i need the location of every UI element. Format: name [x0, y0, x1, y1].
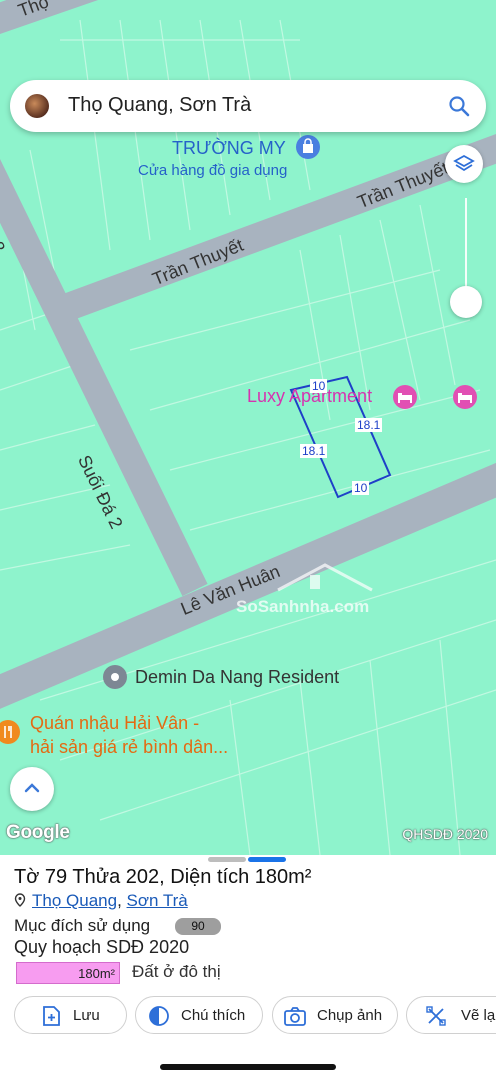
purpose-label: Mục đích sử dụng [14, 916, 151, 935]
avatar[interactable] [25, 94, 49, 118]
opacity-slider-track[interactable] [465, 198, 467, 288]
purpose-badge: 90 [175, 918, 221, 935]
edge-measure: 18.1 [300, 444, 328, 458]
panel-handle[interactable] [208, 857, 246, 862]
search-icon[interactable] [448, 95, 470, 117]
plan-type: Đất ở đô thị [132, 962, 221, 981]
edge-measure: 10 [310, 379, 328, 393]
edge-measure: 10 [352, 481, 370, 495]
district-link[interactable]: Sơn Trà [127, 891, 188, 910]
parcel-title: Tờ 79 Thửa 202, Diện tích 180m² [14, 866, 312, 888]
note-button[interactable]: Chú thích [135, 996, 263, 1034]
add-file-icon [43, 1006, 60, 1026]
google-logo: Google [6, 822, 70, 843]
home-indicator[interactable] [160, 1064, 336, 1070]
location-pin-icon [14, 893, 26, 907]
plan-label: Quy hoạch SDĐ 2020 [14, 937, 190, 957]
draw-button[interactable]: Vẽ lạ [406, 996, 496, 1034]
bed-icon[interactable] [393, 385, 417, 409]
expand-up-button[interactable] [10, 767, 54, 811]
search-bar[interactable]: Thọ Quang, Sơn Trà [10, 80, 486, 132]
layer-source-label: QHSDĐ 2020 [402, 826, 488, 842]
restaurant-icon[interactable] [0, 720, 20, 744]
bed-icon[interactable] [453, 385, 477, 409]
shopping-bag-icon[interactable] [296, 135, 320, 159]
save-button[interactable]: Lưu [14, 996, 127, 1034]
plan-area-bar: 180m² [16, 962, 120, 984]
chevron-up-icon [24, 783, 40, 793]
watermark-text: SoSanhnha.com [236, 597, 370, 616]
parcel-location: Thọ Quang, Sơn Trà [14, 891, 188, 911]
panel-handle-active[interactable] [248, 857, 286, 862]
draw-tool-icon [426, 1006, 446, 1026]
poi-resident-name[interactable]: Demin Da Nang Resident [135, 667, 339, 688]
contrast-circle-icon [149, 1006, 169, 1026]
place-pin-icon[interactable] [103, 665, 127, 689]
layers-icon [453, 154, 475, 172]
map-view[interactable]: Thọ Suối Đá 2 Trần Thuyết Trần Thuyết Su… [0, 0, 496, 855]
poi-restaurant-line2[interactable]: hải sản giá rẻ bình dân... [30, 737, 228, 758]
poi-shop-name[interactable]: TRƯỜNG MY [172, 138, 286, 159]
layers-button[interactable] [445, 145, 483, 183]
capture-button[interactable]: Chụp ảnh [272, 996, 398, 1034]
search-text[interactable]: Thọ Quang, Sơn Trà [68, 94, 251, 117]
poi-restaurant-line1[interactable]: Quán nhậu Hải Vân - [30, 713, 199, 734]
poi-shop-type: Cửa hàng đồ gia dụng [138, 162, 288, 179]
opacity-slider-knob[interactable] [450, 286, 482, 318]
camera-icon [284, 1007, 306, 1026]
ward-link[interactable]: Thọ Quang [32, 891, 117, 910]
edge-measure: 18.1 [355, 418, 383, 432]
